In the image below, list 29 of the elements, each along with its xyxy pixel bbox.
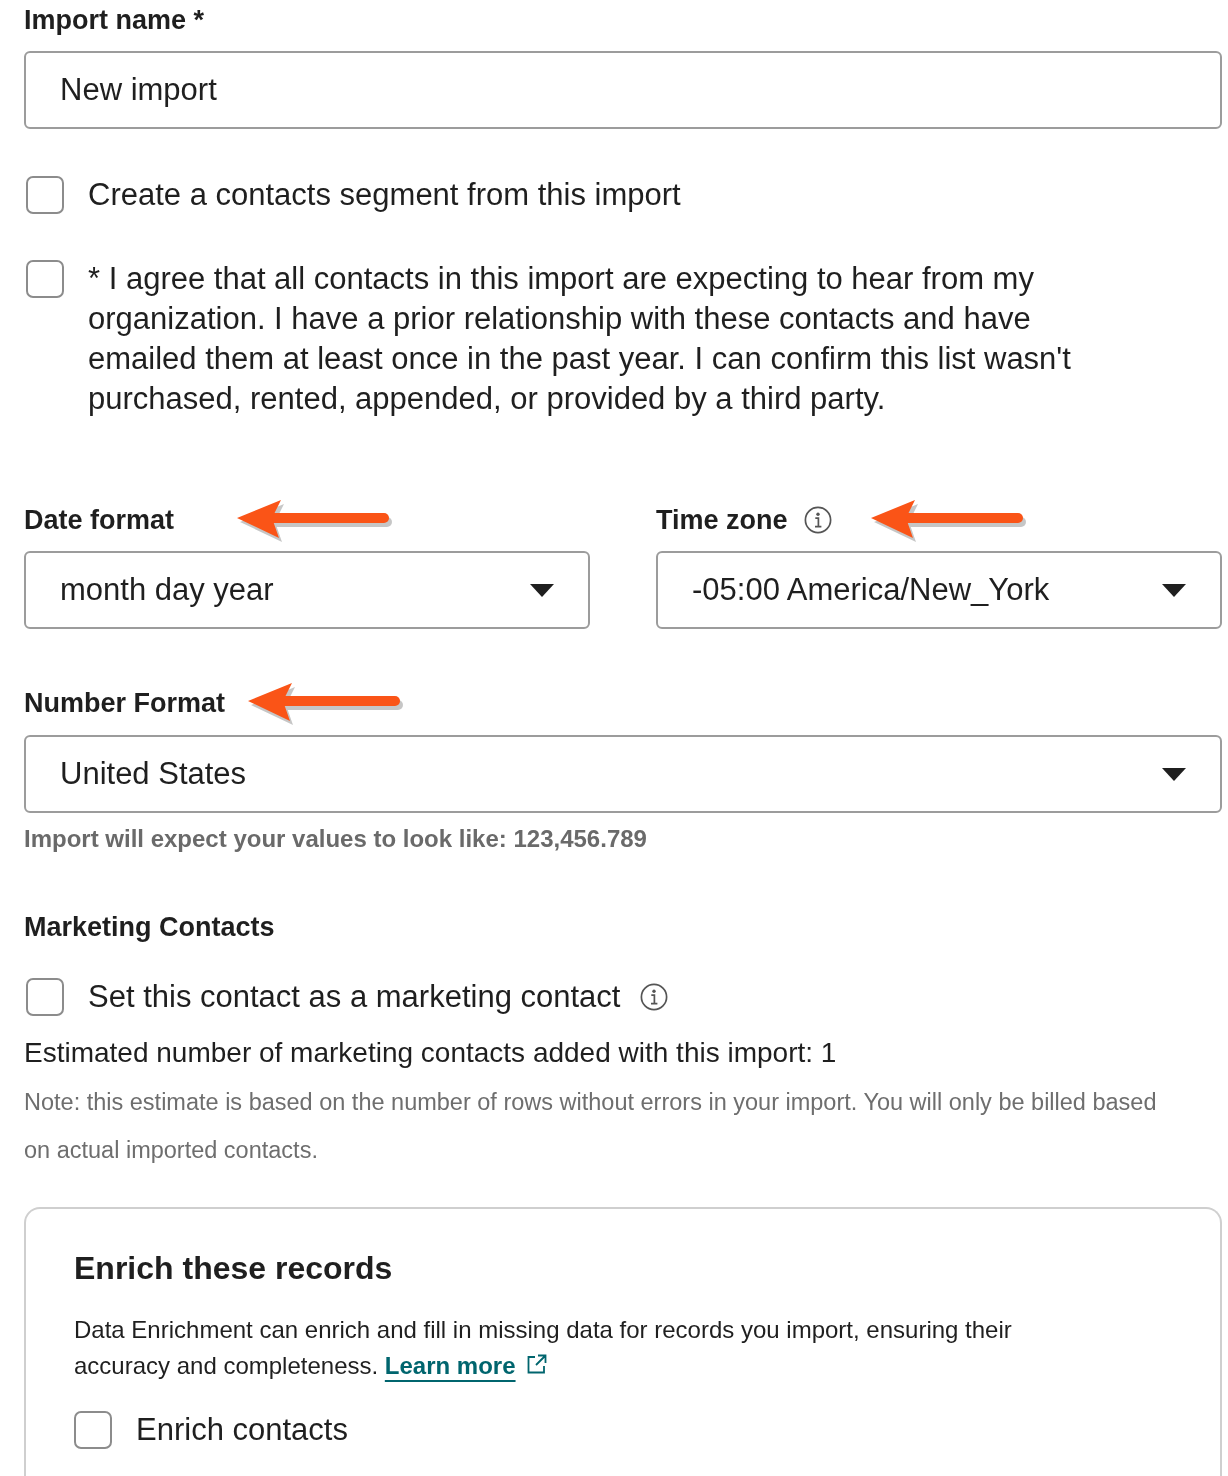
field-label: Time zone (656, 504, 788, 536)
section-heading: Marketing Contacts (24, 911, 276, 943)
card-description: Data Enrichment can enrich and fill in missing data for records you import, ensuring their accuracy and completeness. Learn more (74, 1315, 1013, 1381)
card-title: Enrich these records (74, 1249, 394, 1288)
field-label: Date format (24, 504, 175, 536)
dropdown[interactable]: month day year (24, 551, 590, 629)
checkbox[interactable] (26, 176, 64, 214)
field-label: Number Format (24, 687, 226, 719)
checkbox-label[interactable]: Create a contacts segment from this import (88, 175, 681, 215)
external-link-icon (525, 1353, 548, 1375)
input-field[interactable]: New import (24, 51, 1222, 129)
field-label: Import name * (24, 4, 205, 36)
caret-icon (1162, 583, 1186, 597)
hint-text: Import will expect your values to look like: 123,456.789 (24, 824, 648, 854)
caret-icon (1162, 767, 1186, 781)
dropdown[interactable]: -05:00 America/New_York (656, 551, 1222, 629)
checkbox-label[interactable]: Set this contact as a marketing contact (88, 977, 621, 1017)
info-icon[interactable] (803, 506, 832, 534)
estimate-text: Estimated number of marketing contacts added with this import: 1 (24, 1036, 838, 1070)
checkbox[interactable] (26, 260, 64, 298)
note-text: Note: this estimate is based on the number of rows without errors in your import. You will only be billed based on actual imported contacts. (24, 1088, 1158, 1165)
checkbox[interactable] (26, 978, 64, 1016)
checkbox-label[interactable]: * I agree that all contacts in this import are expecting to hear from my organization. I have a prior relationship with these contacts and have emailed them at least once in the past year. I can confirm this list wasn't purchased, rented, appended, or provided by a third party. (88, 259, 1118, 419)
checkbox-label[interactable]: Enrich contacts (136, 1410, 348, 1450)
learn-more-link[interactable]: Learn more (384, 1352, 516, 1379)
checkbox[interactable] (74, 1411, 112, 1449)
dropdown[interactable]: United States (24, 735, 1222, 813)
caret-icon (530, 583, 554, 597)
info-icon[interactable] (640, 983, 669, 1011)
